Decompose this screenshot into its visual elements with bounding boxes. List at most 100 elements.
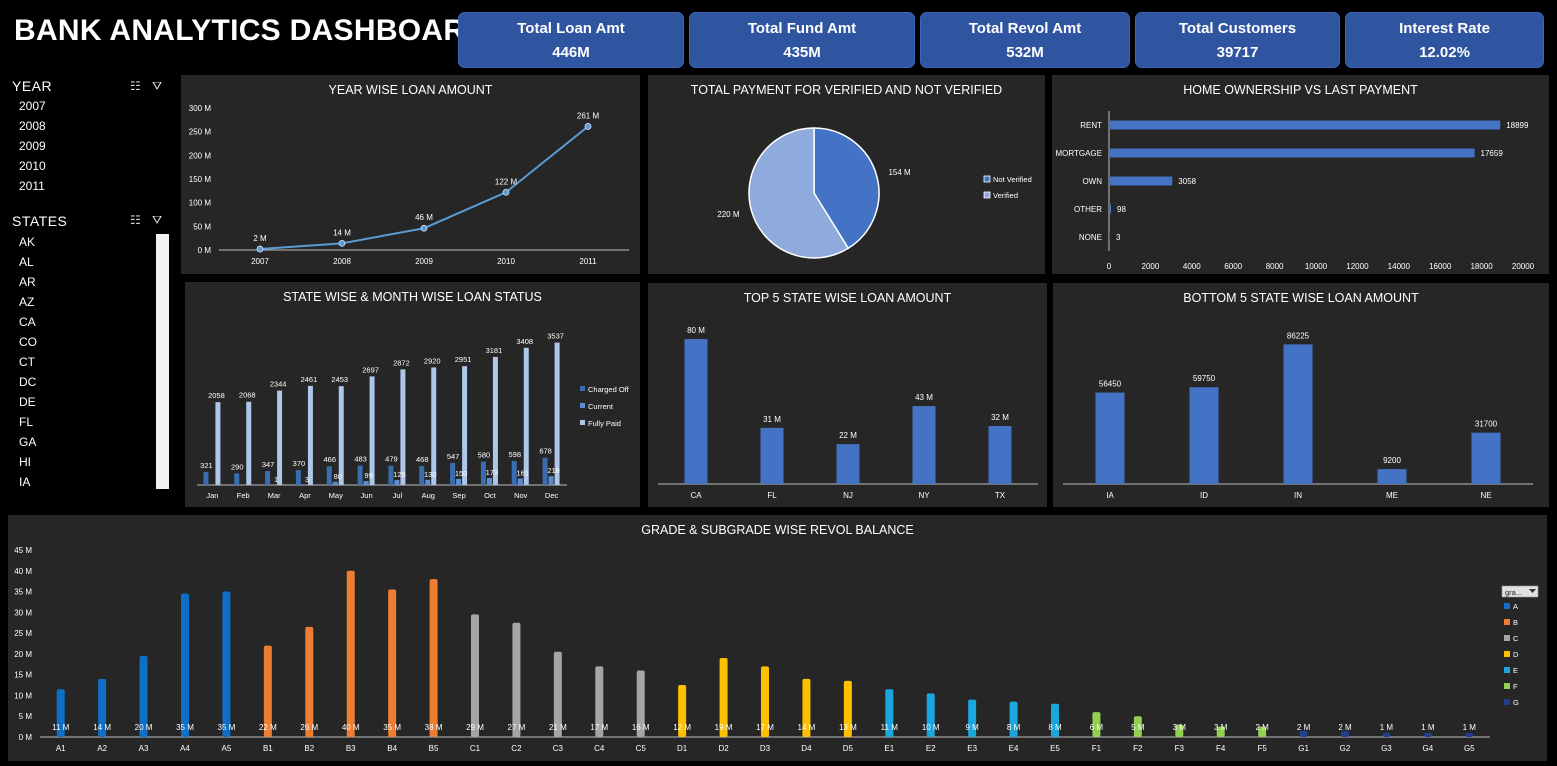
kpi-value: 12.02% [1419,44,1470,61]
y-tick-label: 50 M [193,222,211,231]
y-tick-label: 10 M [14,691,32,700]
grade-revol-panel: GRADE & SUBGRADE WISE REVOL BALANCE 0 M5… [8,515,1547,761]
x-tick-label: B2 [304,744,314,753]
x-tick-label: 2007 [251,257,269,266]
x-tick-label: 2011 [579,257,597,266]
bar [554,342,560,485]
legend-swatch [1504,651,1510,657]
x-tick-label: G4 [1423,744,1434,753]
data-label: 3 M [1214,723,1228,732]
states-scrollbar[interactable] [156,234,169,489]
multi-select-icon[interactable]: ☷ [130,213,141,227]
x-tick-label: ID [1200,491,1208,500]
slicer-item-ca[interactable]: CA [19,315,36,329]
data-label: 130 [424,470,437,479]
kpi-label: Total Customers [1178,20,1297,37]
slicer-item-2008[interactable]: 2008 [19,119,46,133]
data-label: 26 M [300,723,318,732]
year-loan-chart: 0 M 50 M 100 M 150 M 200 M 250 M 300 M 2007 2008… [189,104,629,266]
data-label: 31700 [1475,420,1498,429]
y-tick-label: 250 M [189,128,212,137]
slicer-item-ct[interactable]: CT [19,355,35,369]
x-tick-label: Jan [206,491,218,500]
x-tick-label: F2 [1133,744,1143,753]
clear-filter-icon[interactable]: ⛛ [152,79,162,94]
x-tick-label: May [329,491,343,500]
data-label: 21 M [549,723,567,732]
bar [332,481,338,485]
data-label: 35 M [176,723,194,732]
legend-label: Current [588,402,614,411]
data-label: 125 [393,470,406,479]
bar [265,471,271,485]
slicer-item-ak[interactable]: AK [19,235,35,249]
x-tick-label: 8000 [1266,262,1284,271]
x-tick-label: Jul [393,491,403,500]
slicer-item-2010[interactable]: 2010 [19,159,46,173]
x-tick-label: Nov [514,491,528,500]
data-label: 161 [516,469,529,478]
multi-select-icon[interactable]: ☷ [130,79,141,93]
x-tick-label: 2009 [415,257,433,266]
states-slicer-title: STATES [12,213,68,229]
data-label: 3181 [486,346,503,355]
bar [357,465,363,485]
slicer-item-dc[interactable]: DC [19,375,36,389]
x-tick-label: IA [1106,491,1114,500]
slicer-item-de[interactable]: DE [19,395,36,409]
bar [388,589,397,737]
y-tick-label: 35 M [14,588,32,597]
slicer-item-az[interactable]: AZ [19,295,34,309]
legend-swatch [1504,619,1510,625]
y-tick-label: 45 M [14,546,32,555]
verified-pie-chart: 154 M 220 M Not Verified Verified [717,127,1032,259]
bar [307,385,313,485]
data-label: 20 M [135,723,153,732]
slicer-item-fl[interactable]: FL [19,415,33,429]
data-point [338,239,346,247]
x-tick-label: FL [767,491,777,500]
data-label: 1 M [1380,723,1394,732]
x-tick-label: D2 [718,744,729,753]
slicer-item-2009[interactable]: 2009 [19,139,46,153]
clear-filter-icon[interactable]: ⛛ [152,213,162,228]
slicer-item-ia[interactable]: IA [19,475,30,489]
data-label: 468 [416,455,429,464]
x-tick-label: G2 [1340,744,1351,753]
data-label: 2344 [270,380,287,389]
home-ownership-chart: RENT 18899 MORTGAGE 17659 OWN 3058 OTHER 98 NONE… [1055,111,1535,271]
data-label: 2068 [239,391,256,400]
slicer-item-ga[interactable]: GA [19,435,36,449]
slicer-item-2007[interactable]: 2007 [19,99,46,113]
data-label: 347 [262,460,275,469]
bar [1095,392,1125,484]
bottom5-panel: BOTTOM 5 STATE WISE LOAN AMOUNT 56450 IA 5… [1053,283,1549,507]
slicer-item-al[interactable]: AL [19,255,34,269]
bar [394,479,400,485]
x-tick-label: 14000 [1388,262,1411,271]
legend-label: E [1513,666,1518,675]
slicer-item-2011[interactable]: 2011 [19,179,45,193]
data-point [502,188,510,196]
data-label: 10 M [922,723,940,732]
data-point [256,245,264,253]
slicer-item-ar[interactable]: AR [19,275,36,289]
bar [295,470,301,485]
x-tick-label: TX [995,491,1006,500]
y-tick-label: 300 M [189,104,212,113]
data-label: 3058 [1178,177,1196,186]
data-label: 2 M [253,234,267,243]
bar [1382,732,1391,737]
data-label: 220 M [717,210,740,219]
x-tick-label: F4 [1216,744,1226,753]
top5-panel: TOP 5 STATE WISE LOAN AMOUNT 80 M CA 31 MF… [648,283,1047,507]
bar [246,401,252,485]
y-tick-label: RENT [1080,121,1102,130]
slicer-item-hi[interactable]: HI [19,455,31,469]
bar [234,473,240,485]
x-tick-label: G3 [1381,744,1392,753]
bar [369,376,375,485]
slicer-item-co[interactable]: CO [19,335,37,349]
x-tick-label: A5 [222,744,232,753]
y-tick-label: 40 M [14,567,32,576]
